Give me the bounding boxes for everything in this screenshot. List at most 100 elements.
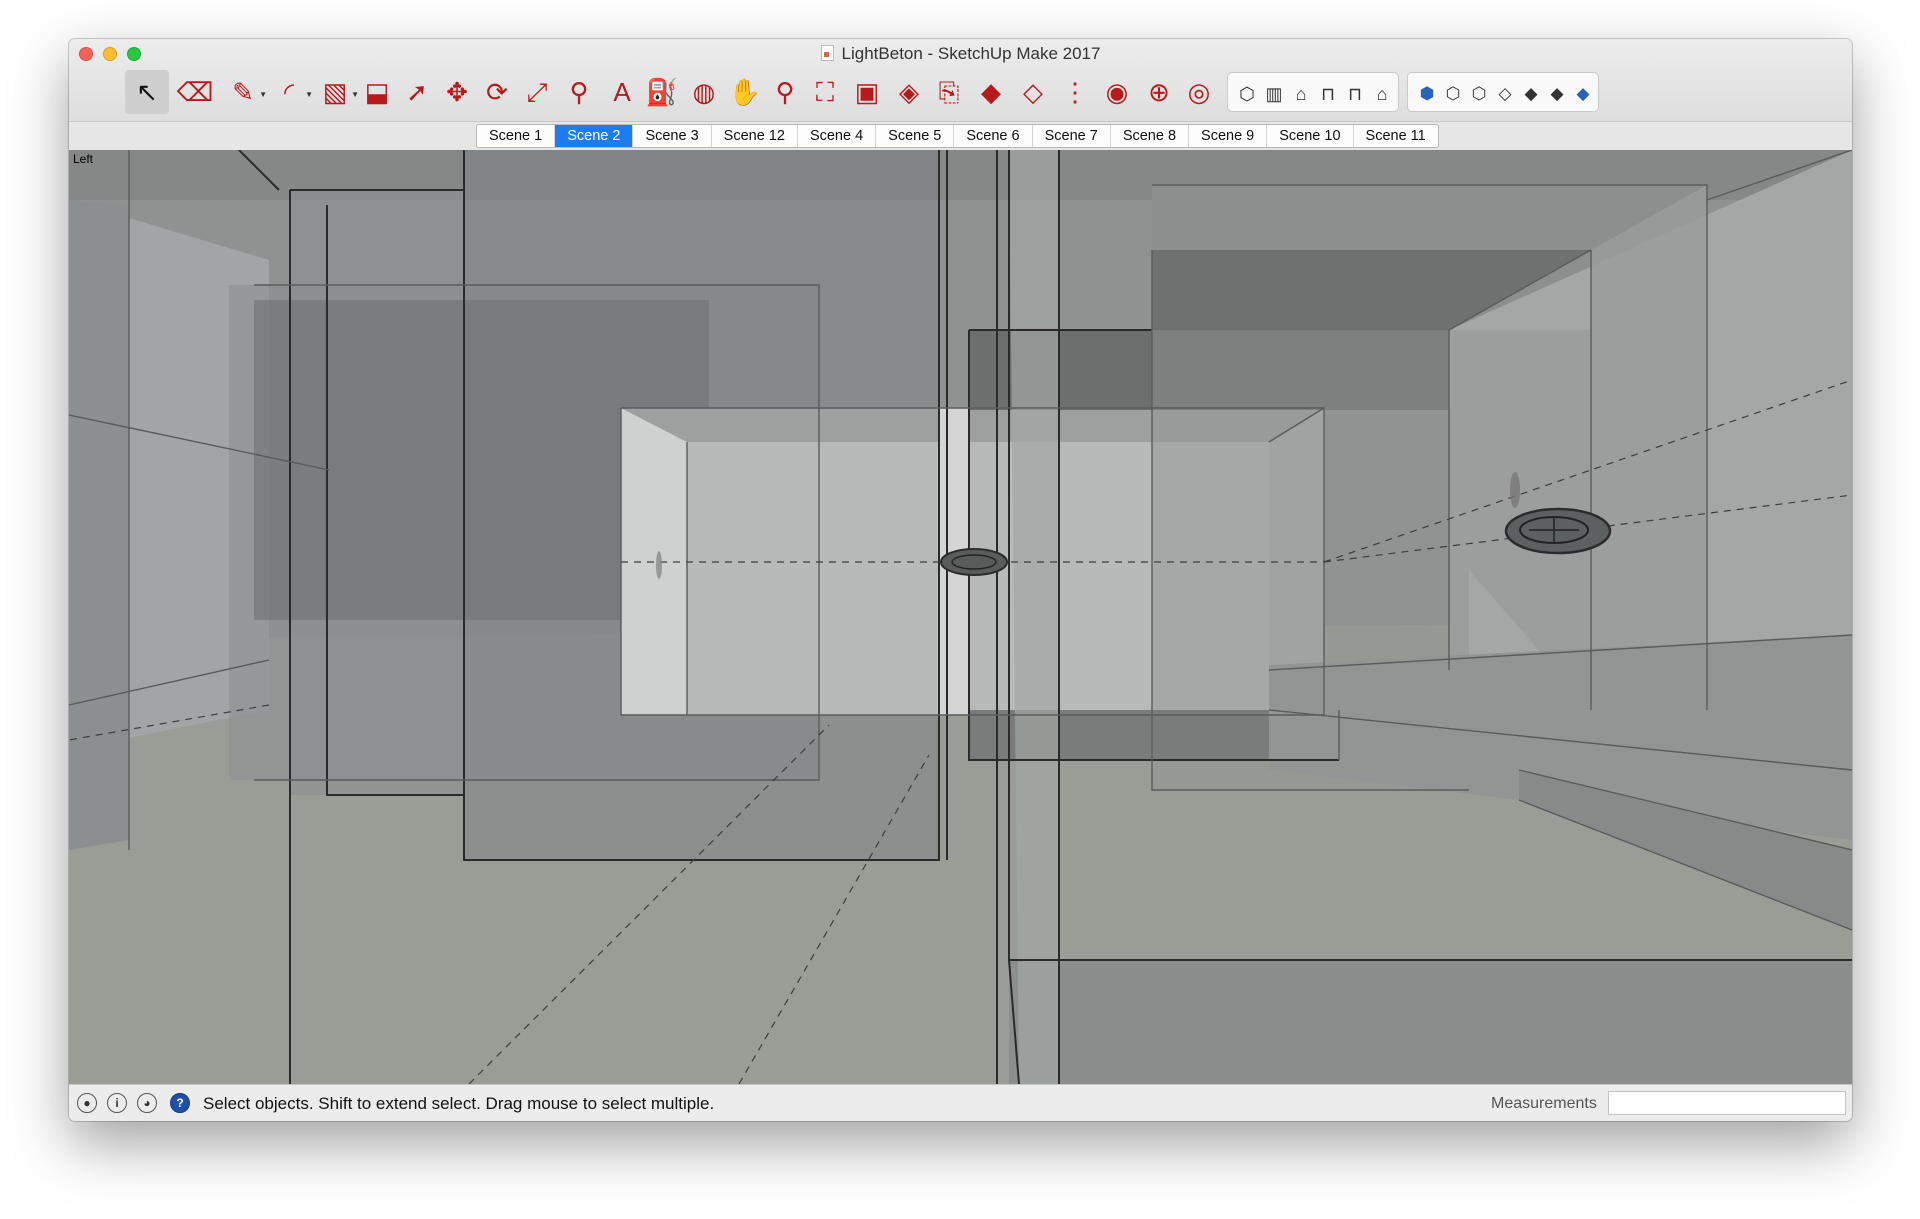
components-icon: ◈ [899,77,919,107]
push-pull-icon: ⬓ [364,77,390,107]
monochrome-icon[interactable]: ◆ [1544,81,1570,107]
model-scene[interactable] [69,150,1852,1084]
credits-icon[interactable]: i [107,1093,127,1113]
top-view-icon[interactable]: ▥ [1261,81,1287,107]
push-pull-tool-button[interactable]: ⬓ [355,70,399,114]
xray-icon[interactable]: ⬢ [1414,81,1440,107]
follow-me-icon: ➚ [406,77,428,107]
extension-warehouse-tool-button[interactable]: ◆ [969,70,1013,114]
views-toolbar: ⬡ ▥ ⌂ ⊓ ⊓ ⌂ [1227,72,1399,112]
section-plane-icon: ◇ [1023,77,1043,107]
scene-tab-scene-12[interactable]: Scene 12 [712,125,798,147]
geo-location-icon[interactable]: ● [77,1093,97,1113]
main-toolbar: ↖ ⌫ ✎ ▼ ◜ ▼ ▧ ▼ ⬓ ➚ ✥ ⟳ ⤢ ⚲ A ⛽ ◍ ✋ ⚲ ⛶ ▣ ◈ ⎘ ◆ ◇ ⋮ ◉ ⊕ ◎ ⬡ ▥ ⌂ ⊓ ⊓ ⌂ ⬢ ⬡ ⬡ ◇ ◆… [77,69,1847,117]
orbit-tool-button[interactable]: ◍ [682,70,726,114]
back-view-icon[interactable]: ⊓ [1342,81,1368,107]
back-edges-icon[interactable]: ◆ [1570,81,1596,107]
right-view-icon[interactable]: ⊓ [1315,81,1341,107]
tape-measure-icon: ⚲ [569,77,589,107]
left-view-icon[interactable]: ⌂ [1369,81,1395,107]
scene-tab-scene-10[interactable]: Scene 10 [1267,125,1354,147]
warehouse-tool-button[interactable]: ▣ [845,70,889,114]
scene-tab-scene-7[interactable]: Scene 7 [1033,125,1111,147]
measurements-input[interactable] [1608,1091,1846,1115]
scene-tab-scene-3[interactable]: Scene 3 [633,125,712,147]
scale-tool-button[interactable]: ⤢ [515,70,559,114]
zoom-tool-button[interactable]: ⚲ [763,70,807,114]
share-model-tool-button[interactable]: ⎘ [927,70,971,114]
scene-tab-scene-8[interactable]: Scene 8 [1111,125,1190,147]
pan-tool-button[interactable]: ✋ [723,70,767,114]
arrow-icon: ↖ [136,77,158,107]
floor-drain-center [940,548,1008,576]
position-camera-icon: ⊕ [1148,77,1170,107]
orbit-icon: ◍ [692,77,716,107]
position-camera-tool-button[interactable]: ⊕ [1137,70,1181,114]
scene-tab-scene-2[interactable]: Scene 2 [555,125,634,147]
front-view-icon[interactable]: ⌂ [1288,81,1314,107]
scene-tab-scene-1[interactable]: Scene 1 [477,125,556,147]
zoom-icon: ⚲ [775,77,795,107]
view-label: Left [73,152,94,166]
styles-toolbar: ⬢ ⬡ ⬡ ◇ ◆ ◆ ◆ [1407,72,1599,112]
status-message: Select objects. Shift to extend select. … [203,1094,715,1113]
document-icon [820,45,834,61]
zoom-extents-icon: ⛶ [815,77,835,107]
sketchup-window: LightBeton - SketchUp Make 2017 ↖ ⌫ ✎ ▼ ◜ ▼ ▧ ▼… [69,39,1852,1121]
look-around-tool-button[interactable]: ◉ [1095,70,1139,114]
status-bar: ● i ◕ ? Select objects. Shift to extend … [69,1084,1852,1121]
window-title-text: LightBeton - SketchUp Make 2017 [841,44,1101,63]
ruby-icon: ◆ [981,77,1001,107]
pencil-icon: ✎ [232,77,254,107]
layout-tool-button[interactable]: ◎ [1177,70,1221,114]
footprints-icon: ⋮ [1062,77,1088,107]
zoom-extents-tool-button[interactable]: ⛶ [803,70,847,114]
rectangle-tool-button[interactable]: ▧ ▼ [313,70,359,114]
warehouse-icon: ▣ [854,77,880,107]
tape-measure-tool-button[interactable]: ⚲ [557,70,601,114]
title-bar: LightBeton - SketchUp Make 2017 ↖ ⌫ ✎ ▼ ◜ ▼ ▧ ▼… [69,39,1852,121]
follow-me-tool-button[interactable]: ➚ [395,70,439,114]
select-tool-button[interactable]: ↖ [125,70,169,114]
scene-tab-scene-5[interactable]: Scene 5 [876,125,955,147]
scene-tab-scene-11[interactable]: Scene 11 [1354,125,1438,147]
arc-tool-button[interactable]: ◜ ▼ [267,70,313,114]
paint-bucket-tool-button[interactable]: ⛽ [640,70,684,114]
text-icon: A [613,77,631,107]
move-tool-button[interactable]: ✥ [435,70,479,114]
scene-tabs: Scene 1 Scene 2 Scene 3 Scene 12 Scene 4 Scen… [476,124,1439,148]
rotate-icon: ⟳ [486,77,508,107]
arc-icon: ◜ [283,77,295,107]
rectangle-icon: ▧ [322,77,348,107]
paint-bucket-icon: ⛽ [645,77,679,107]
share-model-icon: ⎘ [938,77,960,107]
dropdown-arrow-icon[interactable]: ▼ [259,91,267,99]
scene-tab-scene-9[interactable]: Scene 9 [1189,125,1268,147]
line-tool-button[interactable]: ✎ ▼ [221,70,267,114]
instructor-help-icon[interactable]: ? [170,1093,190,1113]
eraser-icon: ⌫ [176,77,214,107]
rotate-tool-button[interactable]: ⟳ [475,70,519,114]
measurements-label: Measurements [1491,1095,1597,1112]
hand-icon: ✋ [728,77,762,107]
3d-viewport[interactable]: Left [69,150,1852,1084]
shaded-icon[interactable]: ◇ [1492,81,1518,107]
scene-tab-scene-4[interactable]: Scene 4 [798,125,877,147]
components-tool-button[interactable]: ◈ [887,70,931,114]
scene-tab-scene-6[interactable]: Scene 6 [954,125,1033,147]
iso-view-icon[interactable]: ⬡ [1234,81,1260,107]
user-account-icon[interactable]: ◕ [137,1093,157,1113]
eraser-tool-button[interactable]: ⌫ [173,70,217,114]
text-tool-button[interactable]: A [600,70,644,114]
walk-tool-button[interactable]: ⋮ [1053,70,1097,114]
section-plane-tool-button[interactable]: ◇ [1011,70,1055,114]
move-icon: ✥ [446,77,468,107]
hidden-line-icon[interactable]: ⬡ [1466,81,1492,107]
dropdown-arrow-icon[interactable]: ▼ [305,91,313,99]
scale-icon: ⤢ [526,77,548,107]
layout-icon: ◎ [1187,77,1211,107]
floor-drain-right [1504,507,1612,555]
eye-icon: ◉ [1105,77,1129,107]
shaded-textures-icon[interactable]: ◆ [1518,81,1544,107]
wireframe-icon[interactable]: ⬡ [1440,81,1466,107]
